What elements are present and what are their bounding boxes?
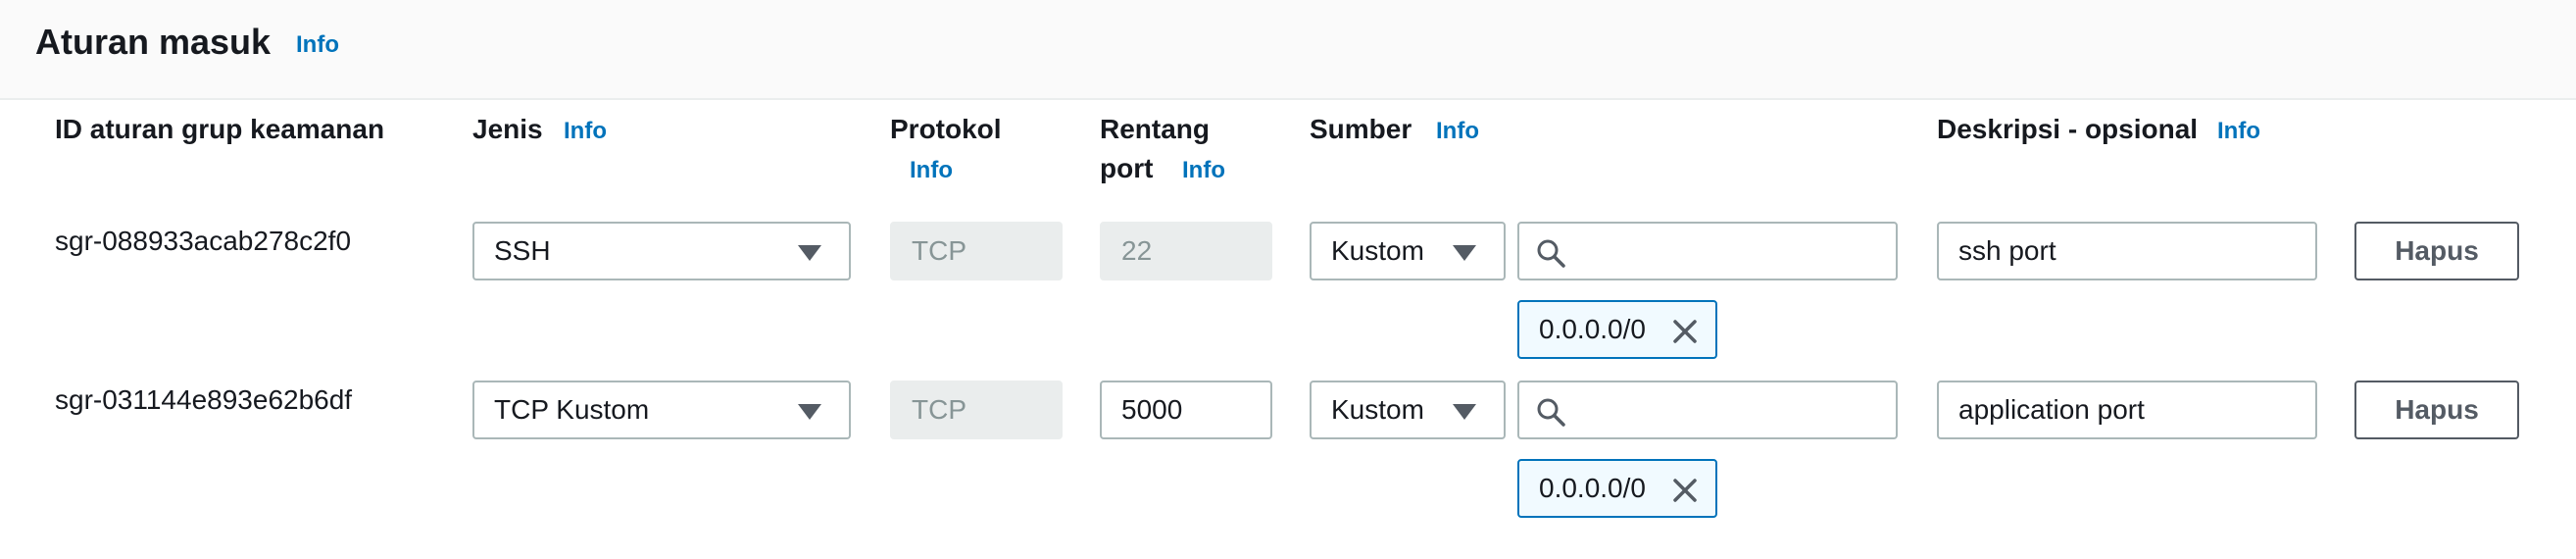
delete-rule-button[interactable]: Hapus xyxy=(2354,222,2519,280)
source-info-link[interactable]: Info xyxy=(1436,118,1479,145)
type-select[interactable]: TCP Kustom xyxy=(472,381,851,439)
section-title: Aturan masuk xyxy=(35,22,272,62)
search-icon xyxy=(1537,239,1565,268)
section-header: Aturan masuk Info xyxy=(0,0,2576,100)
column-header-source: Sumber xyxy=(1310,114,1412,144)
type-select-value: TCP Kustom xyxy=(494,394,650,425)
search-icon xyxy=(1537,398,1565,427)
port-range-input[interactable]: 5000 xyxy=(1100,381,1272,439)
column-header-protocol: Protokol xyxy=(890,114,1002,144)
source-search-input[interactable] xyxy=(1517,222,1898,280)
source-cidr-value: 0.0.0.0/0 xyxy=(1539,314,1646,344)
column-header-rule-id: ID aturan grup keamanan xyxy=(55,114,385,144)
column-header-port-range-line2: port xyxy=(1100,153,1154,183)
close-icon[interactable] xyxy=(1672,319,1698,344)
port-range-field: 22 xyxy=(1100,222,1272,280)
column-header-type: Jenis xyxy=(472,114,543,144)
source-cidr-token: 0.0.0.0/0 xyxy=(1517,459,1717,518)
source-type-value: Kustom xyxy=(1331,235,1424,266)
caret-down-icon xyxy=(1453,404,1476,420)
protocol-info-link[interactable]: Info xyxy=(910,157,953,184)
caret-down-icon xyxy=(798,245,821,261)
source-cidr-token: 0.0.0.0/0 xyxy=(1517,300,1717,359)
rule-id: sgr-088933acab278c2f0 xyxy=(55,226,352,256)
delete-rule-button[interactable]: Hapus xyxy=(2354,381,2519,439)
source-type-select[interactable]: Kustom xyxy=(1310,381,1506,439)
source-search-input[interactable] xyxy=(1517,381,1898,439)
column-header-description: Deskripsi - opsional xyxy=(1937,114,2199,144)
type-info-link[interactable]: Info xyxy=(564,118,607,145)
rule-id: sgr-031144e893e62b6df xyxy=(55,384,353,415)
column-header-port-range: Rentang xyxy=(1100,114,1210,144)
port-range-info-link[interactable]: Info xyxy=(1182,157,1225,184)
caret-down-icon xyxy=(798,404,821,420)
close-icon[interactable] xyxy=(1672,478,1698,503)
section-info-link[interactable]: Info xyxy=(296,31,339,59)
source-type-value: Kustom xyxy=(1331,394,1424,425)
description-input[interactable]: ssh port xyxy=(1937,222,2317,280)
caret-down-icon xyxy=(1453,245,1476,261)
source-type-select[interactable]: Kustom xyxy=(1310,222,1506,280)
description-input[interactable]: application port xyxy=(1937,381,2317,439)
description-info-link[interactable]: Info xyxy=(2217,118,2260,145)
source-cidr-value: 0.0.0.0/0 xyxy=(1539,473,1646,503)
protocol-field: TCP xyxy=(890,222,1063,280)
protocol-field: TCP xyxy=(890,381,1063,439)
type-select-value: SSH xyxy=(494,235,551,266)
type-select[interactable]: SSH xyxy=(472,222,851,280)
